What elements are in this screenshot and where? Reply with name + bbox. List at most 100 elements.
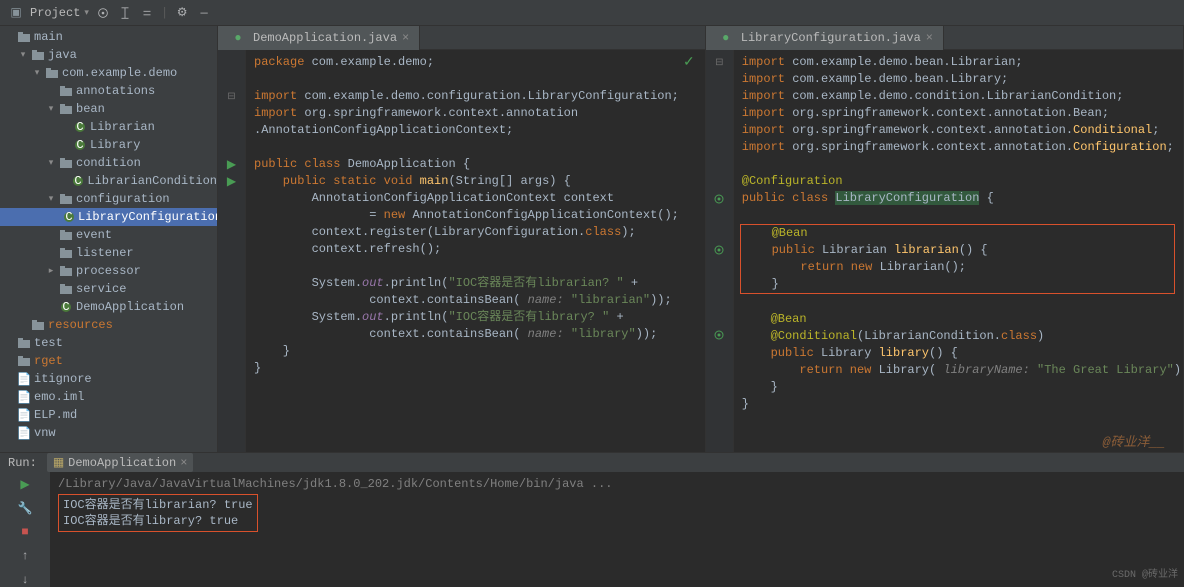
tree-label: ELP.md <box>34 408 77 422</box>
gear-icon[interactable]: ⚙ <box>174 5 190 21</box>
bean-gutter-icon[interactable] <box>713 329 725 341</box>
class-icon: ● <box>719 31 733 45</box>
tree-item-listener[interactable]: listener <box>0 244 217 262</box>
down-icon[interactable]: ↓ <box>17 572 33 587</box>
svg-text:C: C <box>76 139 83 151</box>
tree-item-test[interactable]: test <box>0 334 217 352</box>
source-right[interactable]: import com.example.demo.bean.Librarian; … <box>734 50 1183 452</box>
collapse-icon[interactable] <box>139 5 155 21</box>
tab-demoapplication[interactable]: ● DemoApplication.java × <box>218 26 420 50</box>
run-body: ▶ 🔧 ■ ↑ ↓ /Library/Java/JavaVirtualMachi… <box>0 472 1184 587</box>
up-icon[interactable]: ↑ <box>17 548 33 564</box>
tree-item-itignore[interactable]: 📄itignore <box>0 370 217 388</box>
run-panel: Run: ▦ DemoApplication × ▶ 🔧 ■ ↑ ↓ /Libr… <box>0 452 1184 550</box>
run-config-tab[interactable]: ▦ DemoApplication × <box>47 453 194 472</box>
tree-item-com-example-demo[interactable]: ▾com.example.demo <box>0 64 217 82</box>
run-label: Run: <box>8 456 37 470</box>
stop-icon[interactable]: ■ <box>17 524 33 540</box>
hide-icon[interactable]: — <box>196 5 212 21</box>
folder-icon <box>17 30 31 44</box>
watermark: CSDN @砖业洋 <box>1112 568 1178 584</box>
tree-item-event[interactable]: event <box>0 226 217 244</box>
svg-text:C: C <box>75 175 82 187</box>
tree-label: LibrarianCondition <box>87 174 217 188</box>
tree-label: itignore <box>34 372 92 386</box>
top-toolbar: ▣ Project ▾ | ⚙ — <box>0 0 1184 26</box>
fold-icon[interactable]: ⊟ <box>227 91 235 103</box>
tree-label: processor <box>76 264 141 278</box>
pkg-icon <box>59 228 73 242</box>
editor-left: ● DemoApplication.java × ⊟ ▶ ▶ package com… <box>218 26 706 452</box>
tree-item-demoapplication[interactable]: C DemoApplication <box>0 298 217 316</box>
class-icon: C <box>73 138 87 152</box>
close-icon[interactable]: × <box>926 31 933 45</box>
target-icon[interactable] <box>95 5 111 21</box>
chevron-icon: ▾ <box>46 158 56 168</box>
fold-icon[interactable]: ⊟ <box>715 57 723 69</box>
class-icon: C <box>73 120 87 134</box>
close-icon[interactable]: × <box>402 31 409 45</box>
tree-item-librariancondition[interactable]: C LibrarianCondition <box>0 172 217 190</box>
folder-icon <box>31 48 45 62</box>
source-left[interactable]: package com.example.demo; import com.exa… <box>246 50 705 452</box>
project-label: Project <box>30 6 80 20</box>
tree-item-rget[interactable]: rget <box>0 352 217 370</box>
file-icon: 📄 <box>17 426 31 440</box>
tree-item-library[interactable]: C Library <box>0 136 217 154</box>
svg-text:C: C <box>62 301 69 313</box>
close-icon[interactable]: × <box>180 456 187 470</box>
tree-item-service[interactable]: service <box>0 280 217 298</box>
bean-gutter-icon[interactable] <box>713 244 725 256</box>
tree-label: listener <box>76 246 134 260</box>
tree-item-condition[interactable]: ▾ condition <box>0 154 217 172</box>
tree-label: rget <box>34 354 63 368</box>
svg-text:C: C <box>65 211 72 223</box>
class-icon: C <box>63 210 75 224</box>
tree-label: java <box>48 48 77 62</box>
tree-item-java[interactable]: ▾java <box>0 46 217 64</box>
file-icon: 📄 <box>17 408 31 422</box>
file-icon: 📄 <box>17 372 31 386</box>
run-gutter-icon[interactable]: ▶ <box>227 157 236 172</box>
project-sidebar: main▾java▾com.example.demoannotations▾be… <box>0 26 218 452</box>
tab-libraryconfiguration[interactable]: ● LibraryConfiguration.java × <box>706 26 944 50</box>
tree-item-main[interactable]: main <box>0 28 217 46</box>
tree-label: DemoApplication <box>76 300 184 314</box>
bean-gutter-icon[interactable] <box>713 193 725 205</box>
tree-label: condition <box>76 156 141 170</box>
tree-label: LibraryConfiguration <box>78 210 218 224</box>
tree-item-elp-md[interactable]: 📄ELP.md <box>0 406 217 424</box>
tree-item-annotations[interactable]: annotations <box>0 82 217 100</box>
pkg-icon <box>59 246 73 260</box>
output-highlight-box: IOC容器是否有librarian? true IOC容器是否有library?… <box>58 494 258 532</box>
tree-item-vnw[interactable]: 📄vnw <box>0 424 217 442</box>
wrench-icon[interactable]: 🔧 <box>17 500 33 516</box>
folder-icon <box>17 354 31 368</box>
code-left[interactable]: ⊟ ▶ ▶ package com.example.demo; import com… <box>218 50 705 452</box>
tree-item-resources[interactable]: resources <box>0 316 217 334</box>
pkg-icon <box>59 84 73 98</box>
svg-text:C: C <box>76 121 83 133</box>
tree-item-librarian[interactable]: C Librarian <box>0 118 217 136</box>
file-icon: 📄 <box>17 390 31 404</box>
tabbar-left: ● DemoApplication.java × <box>218 26 705 50</box>
run-header: Run: ▦ DemoApplication × <box>0 453 1184 472</box>
tree-label: Librarian <box>90 120 155 134</box>
tree-item-processor[interactable]: ▸processor <box>0 262 217 280</box>
expand-icon[interactable] <box>117 5 133 21</box>
tree-label: emo.iml <box>34 390 84 404</box>
project-tree[interactable]: main▾java▾com.example.demoannotations▾be… <box>0 26 217 444</box>
tree-item-emo-iml[interactable]: 📄emo.iml <box>0 388 217 406</box>
pkg-icon <box>59 192 73 206</box>
run-output[interactable]: /Library/Java/JavaVirtualMachines/jdk1.8… <box>50 472 1184 587</box>
rerun-icon[interactable]: ▶ <box>17 476 33 492</box>
tree-label: test <box>34 336 63 350</box>
tree-label: Library <box>90 138 140 152</box>
code-right[interactable]: ⊟ import com.example.demo.bean.Librarian… <box>706 50 1183 452</box>
tree-item-bean[interactable]: ▾bean <box>0 100 217 118</box>
tree-item-configuration[interactable]: ▾configuration <box>0 190 217 208</box>
project-dropdown[interactable]: ▣ Project ▾ <box>6 6 89 20</box>
run-gutter-icon[interactable]: ▶ <box>227 174 236 189</box>
tree-item-libraryconfiguration[interactable]: C LibraryConfiguration <box>0 208 217 226</box>
class-icon: C <box>72 174 84 188</box>
